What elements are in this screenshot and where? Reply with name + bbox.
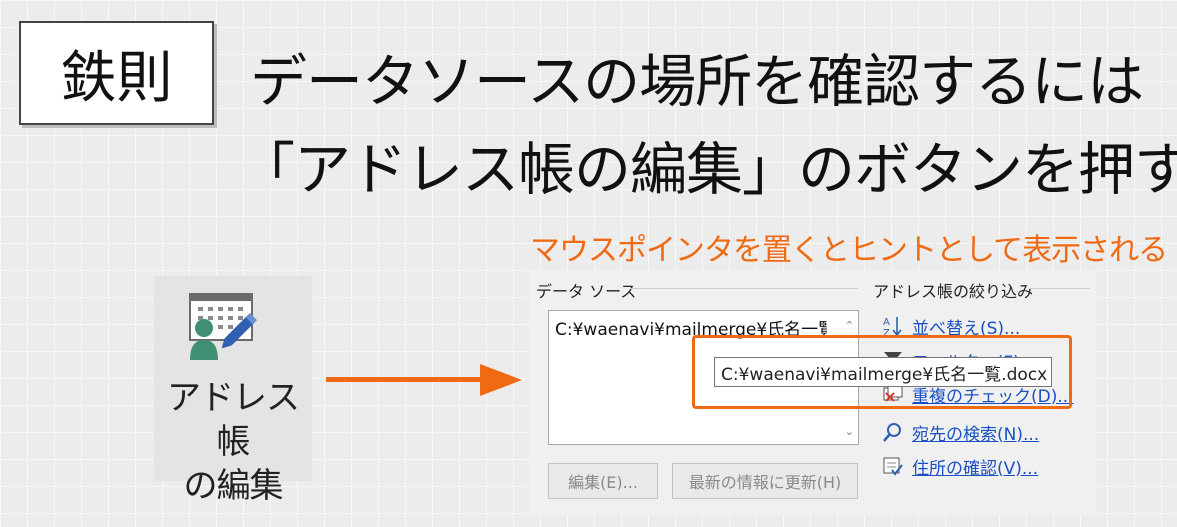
rule-label: 鉄則 <box>60 45 173 111</box>
address-book-edit-icon <box>189 293 257 360</box>
headline-line-1: データソースの場所を確認するには <box>250 49 1144 115</box>
arrow-right-icon <box>326 364 522 396</box>
address-validate-icon <box>883 457 903 476</box>
ribbon-label-line-2: の編集 <box>183 466 284 506</box>
edit-address-book-button[interactable]: アドレス帳 の編集 <box>154 276 312 506</box>
tooltip-highlight-frame <box>692 335 1072 409</box>
hint-caption: マウスポインタを置くとヒントとして表示される <box>530 233 1168 268</box>
scroll-down-icon[interactable]: ⌄ <box>845 425 854 438</box>
scroll-up-icon[interactable]: ⌃ <box>845 319 854 332</box>
validate-address-link[interactable]: 住所の確認(V)... <box>882 454 1038 479</box>
svg-text:A: A <box>883 317 890 328</box>
filter-group-title: アドレス帳の絞り込み <box>873 282 1034 301</box>
find-recipient-link[interactable]: 宛先の検索(N)... <box>882 420 1039 445</box>
rule-label-box: 鉄則 <box>19 21 214 125</box>
refresh-button[interactable]: 最新の情報に更新(H) <box>672 463 858 499</box>
data-source-group-title: データ ソース <box>536 282 637 301</box>
search-icon <box>883 423 901 442</box>
sort-icon: A Z <box>883 317 902 337</box>
edit-source-button[interactable]: 編集(E)... <box>548 463 658 499</box>
headline-line-2: 「アドレス帳の編集」のボタンを押す <box>238 137 1177 203</box>
group-divider <box>630 288 858 289</box>
group-divider <box>1030 288 1090 289</box>
find-recipient-link-label[interactable]: 宛先の検索(N)... <box>912 420 1039 445</box>
ribbon-label-line-1: アドレス帳 <box>167 378 300 462</box>
validate-address-link-label[interactable]: 住所の確認(V)... <box>912 454 1038 479</box>
